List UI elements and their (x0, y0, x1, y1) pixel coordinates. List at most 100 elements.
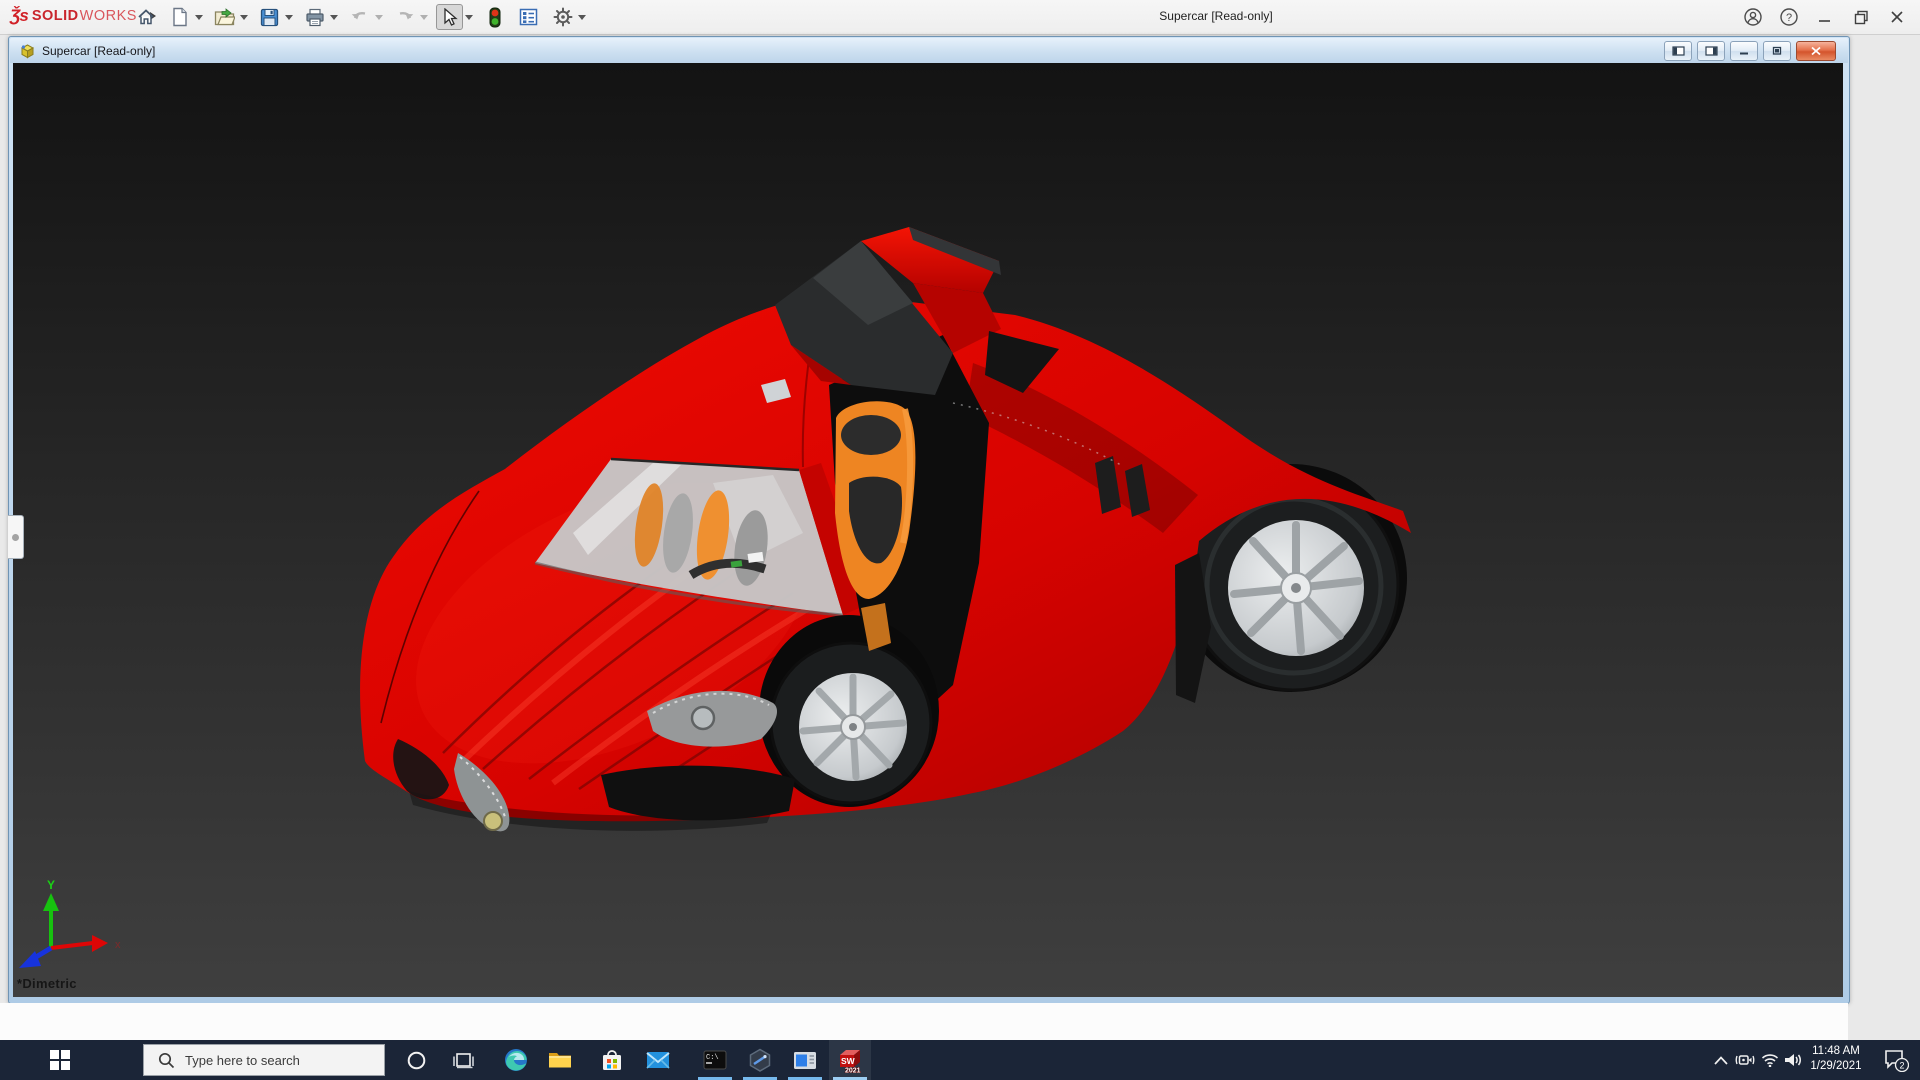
taskbar-hexagon-app-button[interactable] (746, 1040, 774, 1080)
media-app-icon (794, 1051, 816, 1069)
windows-start-icon (50, 1050, 70, 1070)
taskbar-solidworks-button[interactable]: SW 2021 (836, 1040, 864, 1080)
show-right-pane-button[interactable] (1697, 41, 1725, 61)
close-button[interactable] (1882, 3, 1912, 31)
undo-button[interactable] (346, 3, 373, 31)
taskbar-store-button[interactable] (598, 1040, 626, 1080)
save-button[interactable] (256, 3, 283, 31)
help-icon: ? (1780, 8, 1798, 26)
supercar-model[interactable] (360, 227, 1411, 832)
brand-solid: SOLID (31, 8, 79, 24)
search-icon (158, 1052, 175, 1068)
pane-tab-dot-icon (12, 533, 19, 541)
file-properties-icon (519, 8, 538, 26)
file-explorer-icon (549, 1053, 571, 1068)
home-button[interactable] (132, 3, 159, 31)
home-icon (137, 9, 154, 25)
taskbar-command-prompt-button[interactable]: C:\ (701, 1040, 729, 1080)
solidworks-2021-icon: SW 2021 (840, 1050, 861, 1074)
save-dropdown[interactable] (283, 3, 294, 31)
tray-meet-now-button[interactable] (1732, 1040, 1758, 1080)
print-button[interactable] (301, 3, 328, 31)
document-minimize-button[interactable] (1730, 41, 1758, 61)
document-titlebar[interactable]: Supercar [Read-only] (10, 38, 1848, 63)
undo-dropdown[interactable] (373, 3, 384, 31)
tray-volume-button[interactable] (1780, 1040, 1806, 1080)
restore-button[interactable] (1846, 3, 1876, 31)
select-button[interactable] (436, 4, 463, 30)
help-button[interactable]: ? (1774, 3, 1804, 31)
supercar-scene: Y x (19, 227, 1411, 968)
left-pane-icon (1671, 46, 1685, 56)
taskbar-file-explorer-button[interactable] (546, 1040, 574, 1080)
command-prompt-icon: C:\ (703, 1050, 727, 1070)
clock-date: 1/29/2021 (1810, 1060, 1862, 1072)
document-window: Supercar [Read-only] Y x *Dimetric (8, 36, 1850, 1004)
solidworks-year-badge: 2021 (845, 1068, 861, 1074)
task-view-button[interactable] (445, 1040, 481, 1080)
app-window-title: Supercar [Read-only] (1159, 9, 1273, 23)
close-icon (1891, 11, 1903, 23)
tray-wifi-button[interactable] (1758, 1040, 1782, 1080)
solidworks-icon-letters: SW (841, 1056, 856, 1066)
show-left-pane-button[interactable] (1664, 41, 1692, 61)
new-document-icon (172, 7, 187, 27)
cortana-icon (407, 1051, 425, 1069)
document-close-button[interactable] (1796, 41, 1836, 61)
undo-icon (351, 11, 365, 20)
select-dropdown[interactable] (463, 3, 474, 31)
redo-icon (399, 11, 413, 20)
right-pane-icon (1704, 46, 1718, 56)
microsoft-store-icon (603, 1049, 621, 1070)
print-dropdown[interactable] (328, 3, 339, 31)
document-title: Supercar [Read-only] (42, 43, 156, 58)
action-center-icon: 2 (1885, 1050, 1909, 1072)
search-placeholder: Type here to search (185, 1052, 300, 1068)
minimize-icon (1819, 20, 1830, 22)
options-dropdown[interactable] (576, 3, 587, 31)
taskbar-edge-button[interactable] (502, 1040, 530, 1080)
feature-pane-collapse-tab[interactable] (8, 515, 24, 559)
tray-clock[interactable]: 11:48 AM 1/29/2021 (1806, 1044, 1866, 1076)
clock-time: 11:48 AM (1812, 1045, 1860, 1057)
view-orientation-label: *Dimetric (17, 976, 77, 991)
triad-x-label: x (115, 939, 121, 951)
action-center-button[interactable]: 2 (1878, 1040, 1914, 1080)
start-button[interactable] (40, 1040, 80, 1080)
rebuild-button[interactable] (481, 3, 508, 31)
taskbar: Type here to search C:\ SW 2021 11:48 AM… (0, 1040, 1920, 1080)
viewport-3d[interactable]: Y x *Dimetric (13, 63, 1843, 997)
app-window-controls: ? (1738, 0, 1912, 34)
redo-dropdown[interactable] (418, 3, 429, 31)
dassault-3ds-glyph: Ǯs (10, 6, 29, 25)
open-button[interactable] (211, 3, 238, 31)
task-view-icon (452, 1053, 474, 1069)
document-minimize-icon (1740, 52, 1748, 55)
redo-button[interactable] (391, 3, 418, 31)
new-document-button[interactable] (166, 3, 193, 31)
taskbar-search-input[interactable]: Type here to search (143, 1044, 385, 1076)
print-icon (305, 8, 324, 26)
taskbar-mail-button[interactable] (644, 1040, 672, 1080)
document-restore-button[interactable] (1763, 41, 1791, 61)
open-dropdown[interactable] (238, 3, 249, 31)
file-properties-button[interactable] (515, 3, 542, 31)
new-document-dropdown[interactable] (193, 3, 204, 31)
document-window-controls (1664, 41, 1836, 61)
edge-icon (505, 1049, 527, 1071)
notification-badge: 2 (1899, 1061, 1904, 1071)
assembly-document-icon (20, 43, 35, 58)
svg-text:?: ? (1786, 12, 1792, 24)
reference-triad: Y x (19, 878, 121, 968)
cortana-button[interactable] (398, 1040, 434, 1080)
minimize-button[interactable] (1810, 3, 1840, 31)
app-titlebar: Ǯs SOLID WORKS Supercar [Read-only] ? (0, 0, 1920, 35)
triad-y-label: Y (47, 878, 55, 892)
hexagon-app-icon (749, 1048, 771, 1072)
select-cursor-icon (443, 7, 458, 26)
taskbar-media-app-button[interactable] (791, 1040, 819, 1080)
account-button[interactable] (1738, 3, 1768, 31)
options-button[interactable] (549, 3, 576, 31)
volume-icon (1784, 1054, 1801, 1066)
status-strip (0, 1003, 1848, 1040)
